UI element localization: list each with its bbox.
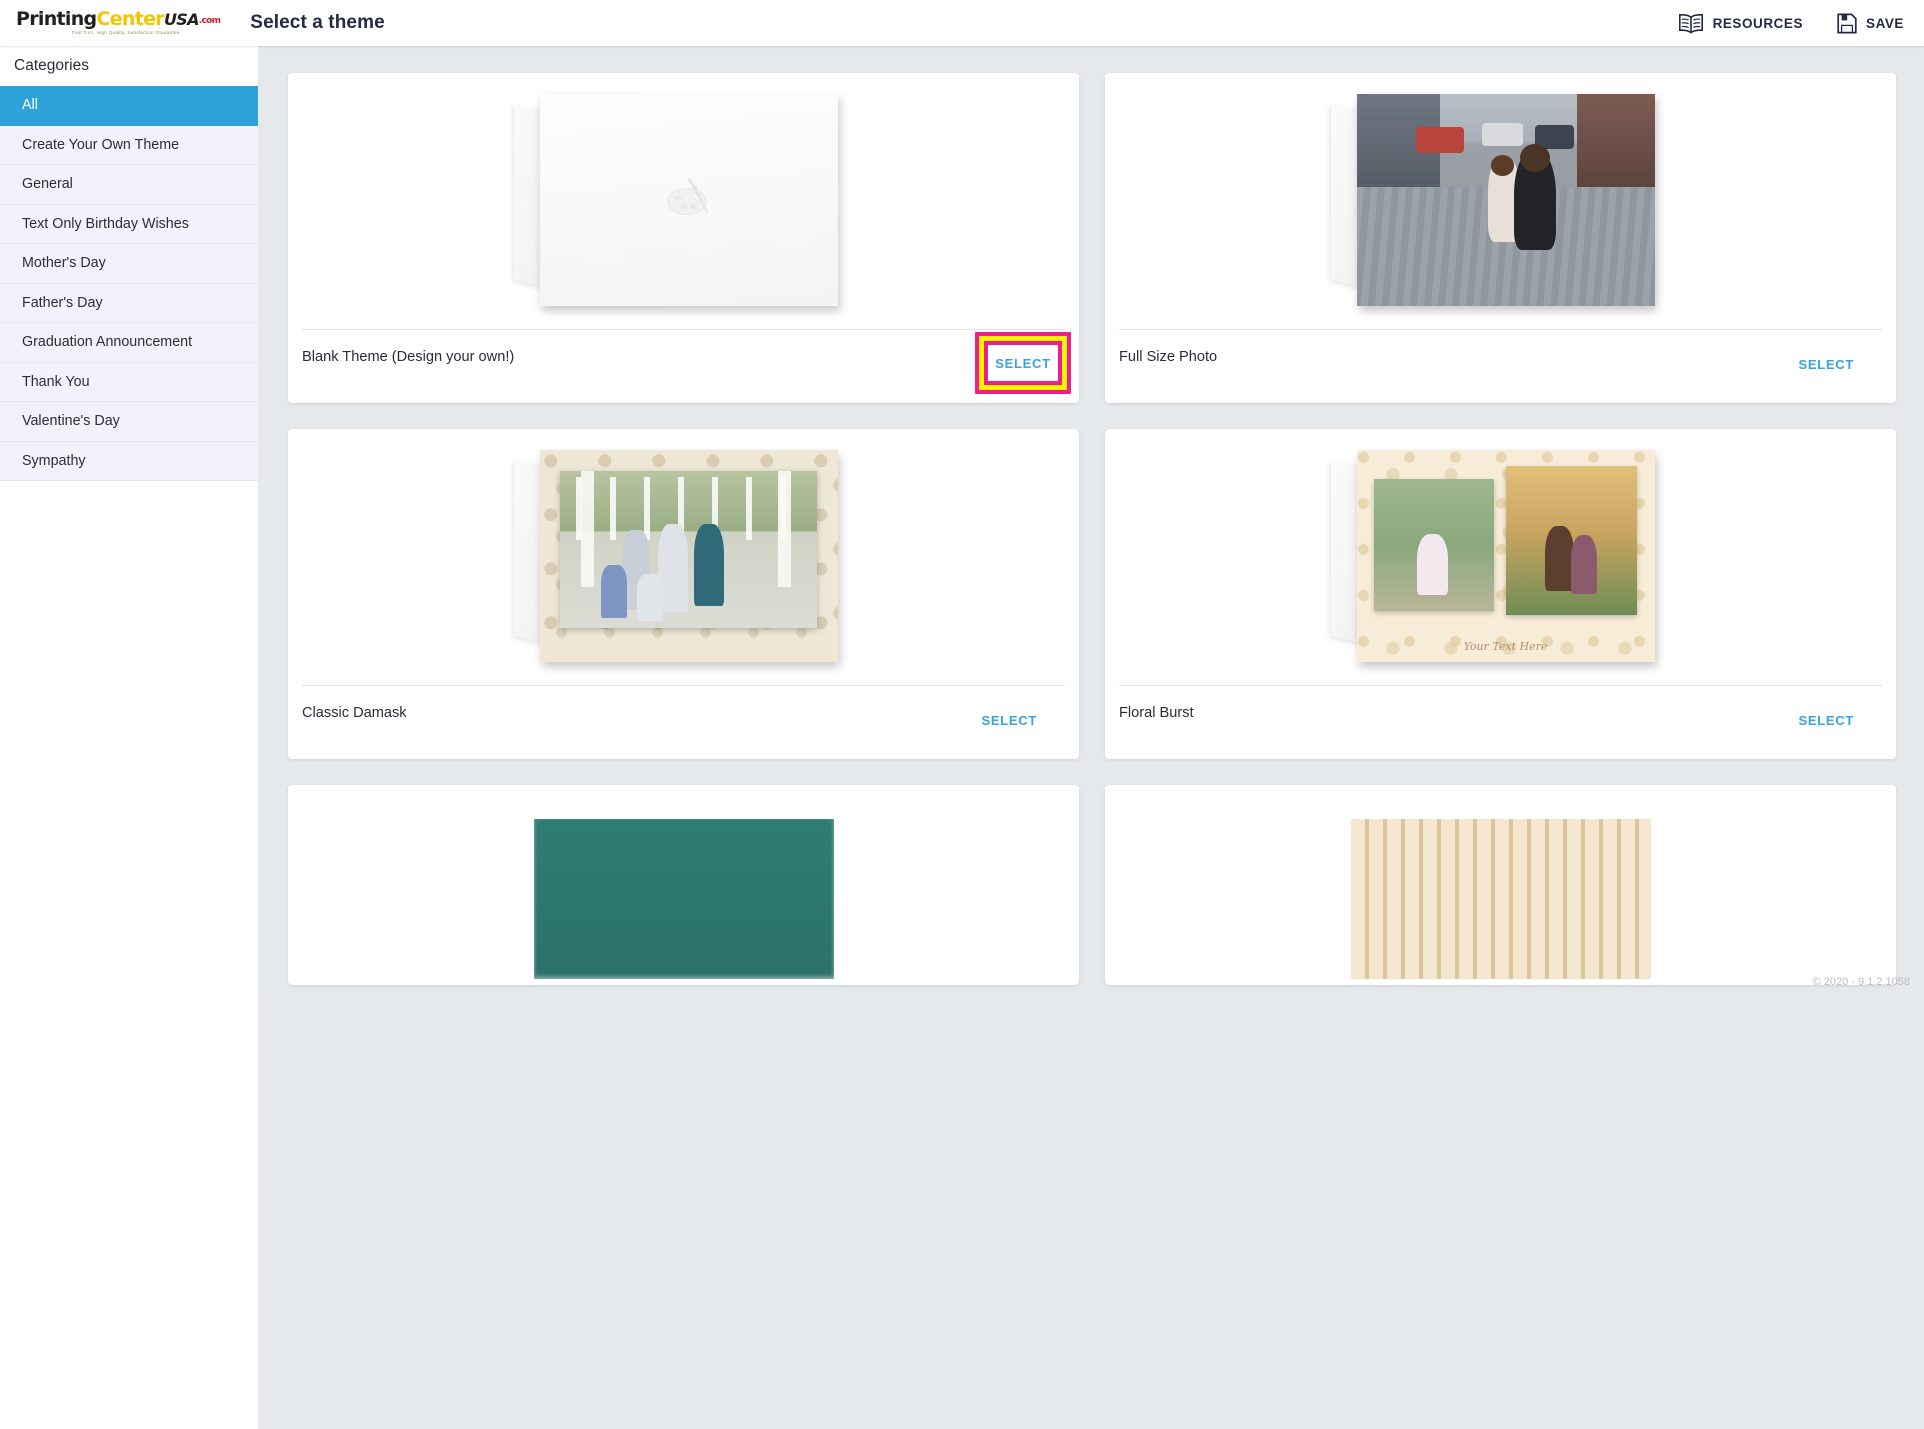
theme-name: Full Size Photo bbox=[1119, 349, 1217, 365]
sidebar-item-label: Thank You bbox=[22, 374, 90, 390]
sidebar-item-mothers-day[interactable]: Mother's Day bbox=[0, 244, 258, 284]
photo-adult-hair bbox=[1520, 144, 1550, 172]
highlight-inner-ring: SELECT bbox=[984, 341, 1062, 385]
floral-photo-right bbox=[1506, 466, 1637, 614]
sidebar-item-create-your-own-theme[interactable]: Create Your Own Theme bbox=[0, 126, 258, 166]
sidebar-item-label: Graduation Announcement bbox=[22, 334, 192, 350]
select-button[interactable]: SELECT bbox=[985, 350, 1060, 377]
sidebar: Categories All Create Your Own Theme Gen… bbox=[0, 46, 259, 994]
sidebar-item-text-only-birthday-wishes[interactable]: Text Only Birthday Wishes bbox=[0, 205, 258, 245]
theme-name: Classic Damask bbox=[302, 705, 407, 721]
sidebar-item-label: Sympathy bbox=[22, 453, 86, 469]
photo-couple-1 bbox=[1545, 526, 1574, 591]
select-button-highlight: SELECT bbox=[975, 332, 1071, 394]
card-front-panel bbox=[1357, 94, 1655, 306]
page-title: Select a theme bbox=[250, 12, 384, 34]
sidebar-item-label: All bbox=[22, 97, 38, 113]
sidebar-title: Categories bbox=[0, 46, 258, 86]
palette-icon bbox=[661, 174, 717, 225]
photo-beam-left bbox=[581, 471, 594, 587]
theme-thumbnail-blank bbox=[288, 73, 1079, 329]
sidebar-item-label: Mother's Day bbox=[22, 255, 106, 271]
card-front-panel bbox=[540, 450, 838, 662]
logo-text-com: .com bbox=[199, 16, 221, 26]
photo-person-4 bbox=[601, 565, 627, 618]
sidebar-item-label: Valentine's Day bbox=[22, 413, 120, 429]
theme-card-partial-cream[interactable] bbox=[1105, 785, 1896, 985]
sidebar-item-label: Create Your Own Theme bbox=[22, 137, 179, 153]
highlight-yellow-ring: SELECT bbox=[979, 336, 1067, 390]
theme-card-footer: Full Size Photo SELECT bbox=[1105, 329, 1896, 403]
sidebar-item-label: General bbox=[22, 176, 73, 192]
save-icon bbox=[1837, 13, 1857, 34]
logo-wordmark: PrintingCenterUSA.com bbox=[16, 10, 220, 29]
floral-photo-left bbox=[1374, 479, 1493, 610]
theme-card-footer: Floral Burst SELECT bbox=[1105, 685, 1896, 759]
resources-button[interactable]: RESOURCES bbox=[1678, 13, 1803, 34]
theme-grid: Blank Theme (Design your own!) SELECT bbox=[259, 46, 1924, 759]
logo-text-usa: USA bbox=[164, 10, 199, 29]
theme-card-footer: Classic Damask SELECT bbox=[288, 685, 1079, 759]
floral-caption: Your Text Here bbox=[1357, 640, 1655, 653]
sidebar-filler bbox=[0, 481, 258, 1429]
select-button[interactable]: SELECT bbox=[1789, 351, 1864, 378]
damask-family-photo bbox=[560, 471, 816, 628]
select-button[interactable]: SELECT bbox=[1789, 707, 1864, 734]
theme-card-classic-damask[interactable]: Classic Damask SELECT bbox=[288, 429, 1079, 759]
version-footer: © 2020 - 9.1.2.1058 bbox=[1813, 976, 1910, 988]
sidebar-item-thank-you[interactable]: Thank You bbox=[0, 363, 258, 403]
resources-label: RESOURCES bbox=[1713, 16, 1803, 31]
theme-thumbnail-partial-cream bbox=[1351, 819, 1651, 979]
logo-text-center: Center bbox=[96, 8, 164, 30]
theme-thumbnail-full-size-photo bbox=[1105, 73, 1896, 329]
theme-thumbnail-classic-damask bbox=[288, 429, 1079, 685]
theme-name: Blank Theme (Design your own!) bbox=[302, 349, 514, 365]
photo-person-3 bbox=[694, 524, 725, 606]
theme-card-full-size-photo[interactable]: Full Size Photo SELECT bbox=[1105, 73, 1896, 403]
photo-beam-right bbox=[778, 471, 791, 587]
sidebar-item-fathers-day[interactable]: Father's Day bbox=[0, 284, 258, 324]
logo-tagline: Fast Turn, High Quality, Satisfaction Gu… bbox=[72, 31, 220, 36]
sidebar-item-graduation-announcement[interactable]: Graduation Announcement bbox=[0, 323, 258, 363]
theme-card-blank[interactable]: Blank Theme (Design your own!) SELECT bbox=[288, 73, 1079, 403]
theme-card-footer: Blank Theme (Design your own!) SELECT bbox=[288, 329, 1079, 403]
theme-grid-next-row bbox=[259, 785, 1924, 985]
photo-gazebo-roof bbox=[576, 477, 802, 540]
photo-person-5 bbox=[637, 574, 663, 621]
photo-couple-2 bbox=[1571, 535, 1597, 594]
photo-building-right bbox=[1577, 94, 1654, 187]
save-label: SAVE bbox=[1866, 16, 1904, 31]
theme-card-floral-burst[interactable]: Your Text Here Floral Burst SELECT bbox=[1105, 429, 1896, 759]
sidebar-item-label: Text Only Birthday Wishes bbox=[22, 216, 189, 232]
app-header: PrintingCenterUSA.com Fast Turn, High Qu… bbox=[0, 0, 1924, 46]
theme-name: Floral Burst bbox=[1119, 705, 1194, 721]
book-icon bbox=[1678, 13, 1704, 34]
photo-girl-figure bbox=[1417, 534, 1448, 594]
theme-thumbnail-partial-teal bbox=[534, 819, 834, 979]
sidebar-item-all[interactable]: All bbox=[0, 86, 258, 126]
sidebar-item-general[interactable]: General bbox=[0, 165, 258, 205]
brand-logo[interactable]: PrintingCenterUSA.com Fast Turn, High Qu… bbox=[16, 10, 220, 36]
theme-card-partial-teal[interactable] bbox=[288, 785, 1079, 985]
sidebar-item-valentines-day[interactable]: Valentine's Day bbox=[0, 402, 258, 442]
theme-gallery: Blank Theme (Design your own!) SELECT bbox=[259, 46, 1924, 994]
sidebar-item-sympathy[interactable]: Sympathy bbox=[0, 442, 258, 482]
logo-text-printing: Printing bbox=[16, 8, 96, 30]
photo-car-white bbox=[1482, 123, 1524, 146]
header-actions: RESOURCES SAVE bbox=[1678, 13, 1904, 34]
photo-car-red bbox=[1416, 127, 1464, 152]
select-button[interactable]: SELECT bbox=[972, 707, 1047, 734]
sidebar-item-label: Father's Day bbox=[22, 295, 103, 311]
save-button[interactable]: SAVE bbox=[1837, 13, 1904, 34]
card-front-panel: Your Text Here bbox=[1357, 450, 1655, 662]
theme-thumbnail-floral-burst: Your Text Here bbox=[1105, 429, 1896, 685]
card-front-panel bbox=[540, 94, 838, 306]
